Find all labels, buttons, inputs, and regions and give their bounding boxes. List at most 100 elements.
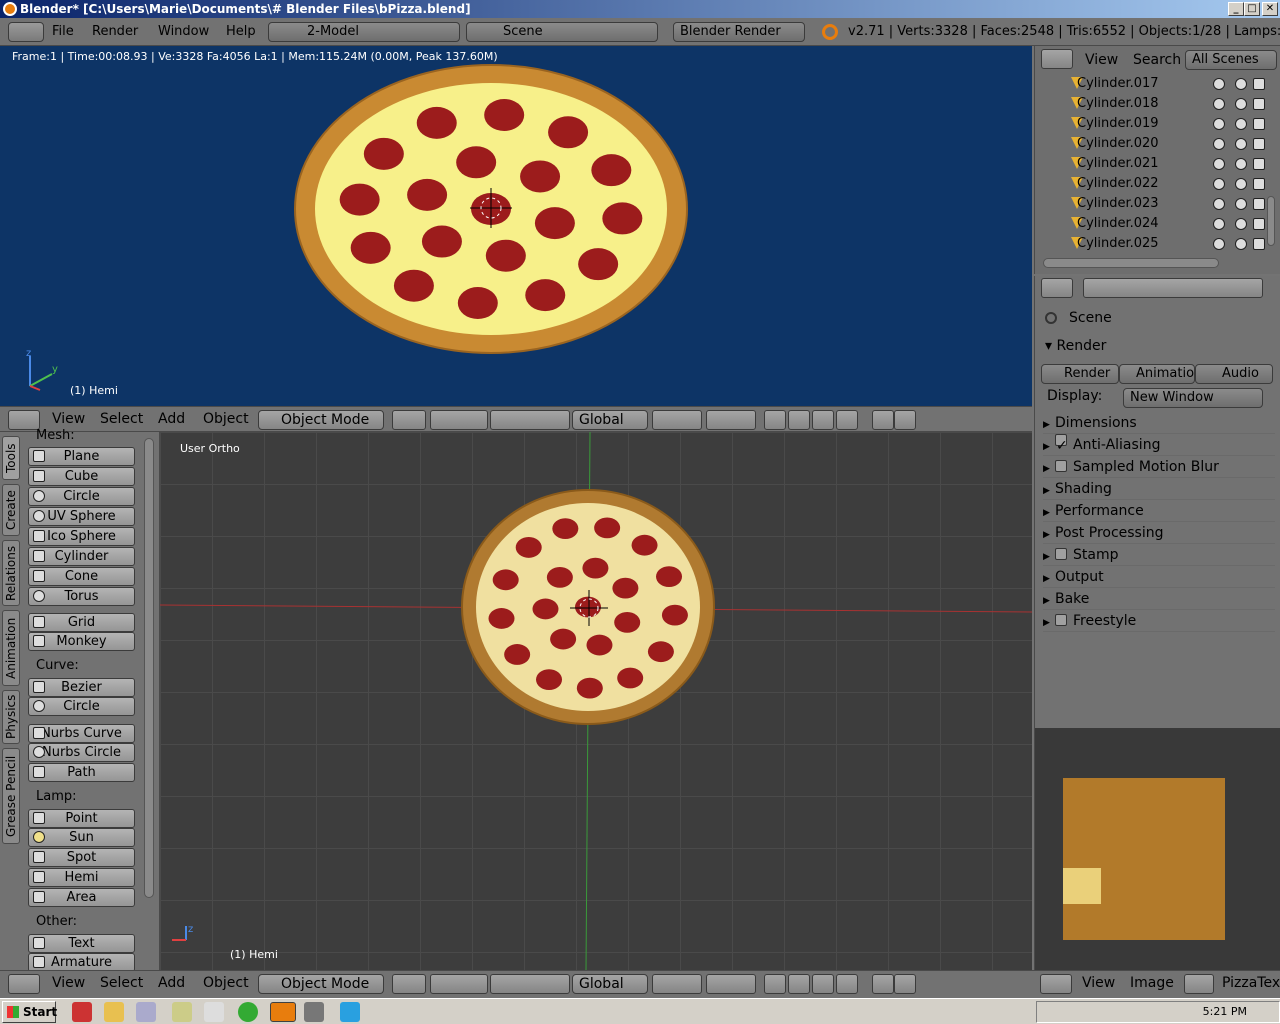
add-area-lamp-button[interactable]: Area bbox=[28, 888, 135, 907]
image-menu-view[interactable]: View bbox=[1082, 975, 1115, 991]
menu-object[interactable]: Object bbox=[203, 411, 249, 427]
outliner-item[interactable]: Cylinder.023 bbox=[1041, 194, 1273, 214]
scene-field[interactable]: Scene bbox=[466, 22, 658, 42]
menu-add[interactable]: Add bbox=[158, 411, 185, 427]
panel-stamp[interactable]: ▶ Stamp bbox=[1043, 544, 1275, 566]
add-cube-button[interactable]: Cube bbox=[28, 467, 135, 486]
add-text-button[interactable]: Text bbox=[28, 934, 135, 953]
add-hemi-lamp-button[interactable]: Hemi bbox=[28, 868, 135, 887]
layers-group-1-bottom[interactable] bbox=[652, 974, 702, 994]
pivot-select-bottom[interactable] bbox=[430, 974, 488, 994]
render-still-icon-bottom[interactable] bbox=[872, 974, 894, 994]
add-nurbs-circle-button[interactable]: Nurbs Circle bbox=[28, 743, 135, 762]
tab-physics[interactable]: Physics bbox=[2, 690, 20, 744]
add-path-button[interactable]: Path bbox=[28, 763, 135, 782]
render-icon[interactable] bbox=[1253, 98, 1265, 110]
visibility-icon[interactable] bbox=[1213, 178, 1225, 190]
checkbox-checked-icon[interactable]: ✓ bbox=[1055, 434, 1068, 454]
tab-grease-pencil[interactable]: Grease Pencil bbox=[2, 748, 20, 844]
tool-shelf-scrollbar[interactable] bbox=[144, 438, 154, 898]
chrome-icon[interactable] bbox=[238, 1002, 258, 1022]
add-curve-circle-button[interactable]: Circle bbox=[28, 697, 135, 716]
quicklaunch-app-icon[interactable] bbox=[172, 1002, 192, 1022]
lock-layers-icon-bottom[interactable] bbox=[764, 974, 786, 994]
object-mode-select[interactable]: Object Mode bbox=[258, 410, 384, 430]
layers-group-1[interactable] bbox=[652, 410, 702, 430]
render-icon[interactable] bbox=[1253, 138, 1265, 150]
add-circle-button[interactable]: Circle bbox=[28, 487, 135, 506]
visibility-icon[interactable] bbox=[1213, 78, 1225, 90]
visibility-icon[interactable] bbox=[1213, 98, 1225, 110]
user-ortho-viewport[interactable]: User Ortho z (1) Hemi bbox=[160, 432, 1032, 970]
object-mode-select-bottom[interactable]: Object Mode bbox=[258, 974, 384, 994]
menu-view[interactable]: View bbox=[52, 411, 85, 427]
menu-render[interactable]: Render bbox=[92, 24, 138, 39]
skype-icon[interactable] bbox=[340, 1002, 360, 1022]
quicklaunch-app-icon[interactable] bbox=[136, 1002, 156, 1022]
outliner-item[interactable]: Cylinder.022 bbox=[1041, 174, 1273, 194]
screen-layout-field[interactable]: 2-Model bbox=[268, 22, 460, 42]
add-ico-sphere-button[interactable]: Ico Sphere bbox=[28, 527, 135, 546]
orientation-select[interactable]: Global bbox=[572, 410, 648, 430]
outliner-item[interactable]: Cylinder.025 bbox=[1041, 234, 1273, 254]
close-button[interactable]: ✕ bbox=[1262, 2, 1278, 16]
pin-icon[interactable] bbox=[1045, 312, 1057, 324]
editor-type-outliner-button[interactable] bbox=[1041, 49, 1073, 69]
properties-context-tabs[interactable] bbox=[1083, 278, 1263, 298]
panel-freestyle[interactable]: ▶ Freestyle bbox=[1043, 610, 1275, 632]
panel-shading[interactable]: ▶ Shading bbox=[1043, 478, 1275, 500]
visibility-icon[interactable] bbox=[1213, 138, 1225, 150]
panel-performance[interactable]: ▶ Performance bbox=[1043, 500, 1275, 522]
add-monkey-button[interactable]: Monkey bbox=[28, 632, 135, 651]
checkbox-icon[interactable] bbox=[1055, 548, 1067, 560]
selectable-icon[interactable] bbox=[1235, 218, 1247, 230]
outliner-item[interactable]: Cylinder.017 bbox=[1041, 74, 1273, 94]
menu-add-bottom[interactable]: Add bbox=[158, 975, 185, 991]
outliner-menu-view[interactable]: View bbox=[1085, 52, 1118, 68]
selectable-icon[interactable] bbox=[1235, 98, 1247, 110]
orientation-select-bottom[interactable]: Global bbox=[572, 974, 648, 994]
shading-select[interactable] bbox=[392, 410, 426, 430]
lock-layers-icon[interactable] bbox=[764, 410, 786, 430]
visibility-icon[interactable] bbox=[1213, 238, 1225, 250]
panel-motion-blur[interactable]: ▶ Sampled Motion Blur bbox=[1043, 456, 1275, 478]
visibility-icon[interactable] bbox=[1213, 118, 1225, 130]
manipulator-buttons-bottom[interactable] bbox=[490, 974, 570, 994]
editor-type-properties-button[interactable] bbox=[1041, 278, 1073, 298]
outliner-menu-search[interactable]: Search bbox=[1133, 52, 1181, 68]
tab-relations[interactable]: Relations bbox=[2, 540, 20, 606]
menu-select[interactable]: Select bbox=[100, 411, 143, 427]
image-browse-button[interactable] bbox=[1184, 974, 1214, 994]
audio-button[interactable]: Audio bbox=[1195, 364, 1273, 384]
add-nurbs-curve-button[interactable]: Nurbs Curve bbox=[28, 724, 135, 743]
editor-type-3d-button-bottom[interactable] bbox=[8, 974, 40, 994]
add-torus-button[interactable]: Torus bbox=[28, 587, 135, 606]
panel-bake[interactable]: ▶ Bake bbox=[1043, 588, 1275, 610]
panel-output[interactable]: ▶ Output bbox=[1043, 566, 1275, 588]
maximize-button[interactable]: □ bbox=[1244, 2, 1260, 16]
add-cylinder-button[interactable]: Cylinder bbox=[28, 547, 135, 566]
panel-dimensions[interactable]: ▶ Dimensions bbox=[1043, 412, 1275, 434]
outliner-item[interactable]: Cylinder.018 bbox=[1041, 94, 1273, 114]
render-still-button[interactable]: Render bbox=[1041, 364, 1119, 384]
image-menu-image[interactable]: Image bbox=[1130, 975, 1174, 991]
editor-type-info-button[interactable] bbox=[8, 22, 44, 42]
outliner-item[interactable]: Cylinder.020 bbox=[1041, 134, 1273, 154]
render-icon[interactable] bbox=[1253, 218, 1265, 230]
menu-help[interactable]: Help bbox=[226, 24, 256, 39]
pivot-select[interactable] bbox=[430, 410, 488, 430]
tab-create[interactable]: Create bbox=[2, 484, 20, 536]
render-animation-icon[interactable] bbox=[894, 410, 916, 430]
add-spot-lamp-button[interactable]: Spot bbox=[28, 848, 135, 867]
add-cone-button[interactable]: Cone bbox=[28, 567, 135, 586]
render-icon[interactable] bbox=[1253, 198, 1265, 210]
add-bezier-button[interactable]: Bezier bbox=[28, 678, 135, 697]
render-animation-button[interactable]: Animatio bbox=[1119, 364, 1195, 384]
tab-animation[interactable]: Animation bbox=[2, 610, 20, 686]
menu-window[interactable]: Window bbox=[158, 24, 209, 39]
render-icon[interactable] bbox=[1253, 158, 1265, 170]
render-icon[interactable] bbox=[1253, 178, 1265, 190]
display-select[interactable]: New Window bbox=[1123, 388, 1263, 408]
outliner-v-scrollbar[interactable] bbox=[1267, 196, 1275, 246]
selectable-icon[interactable] bbox=[1235, 138, 1247, 150]
